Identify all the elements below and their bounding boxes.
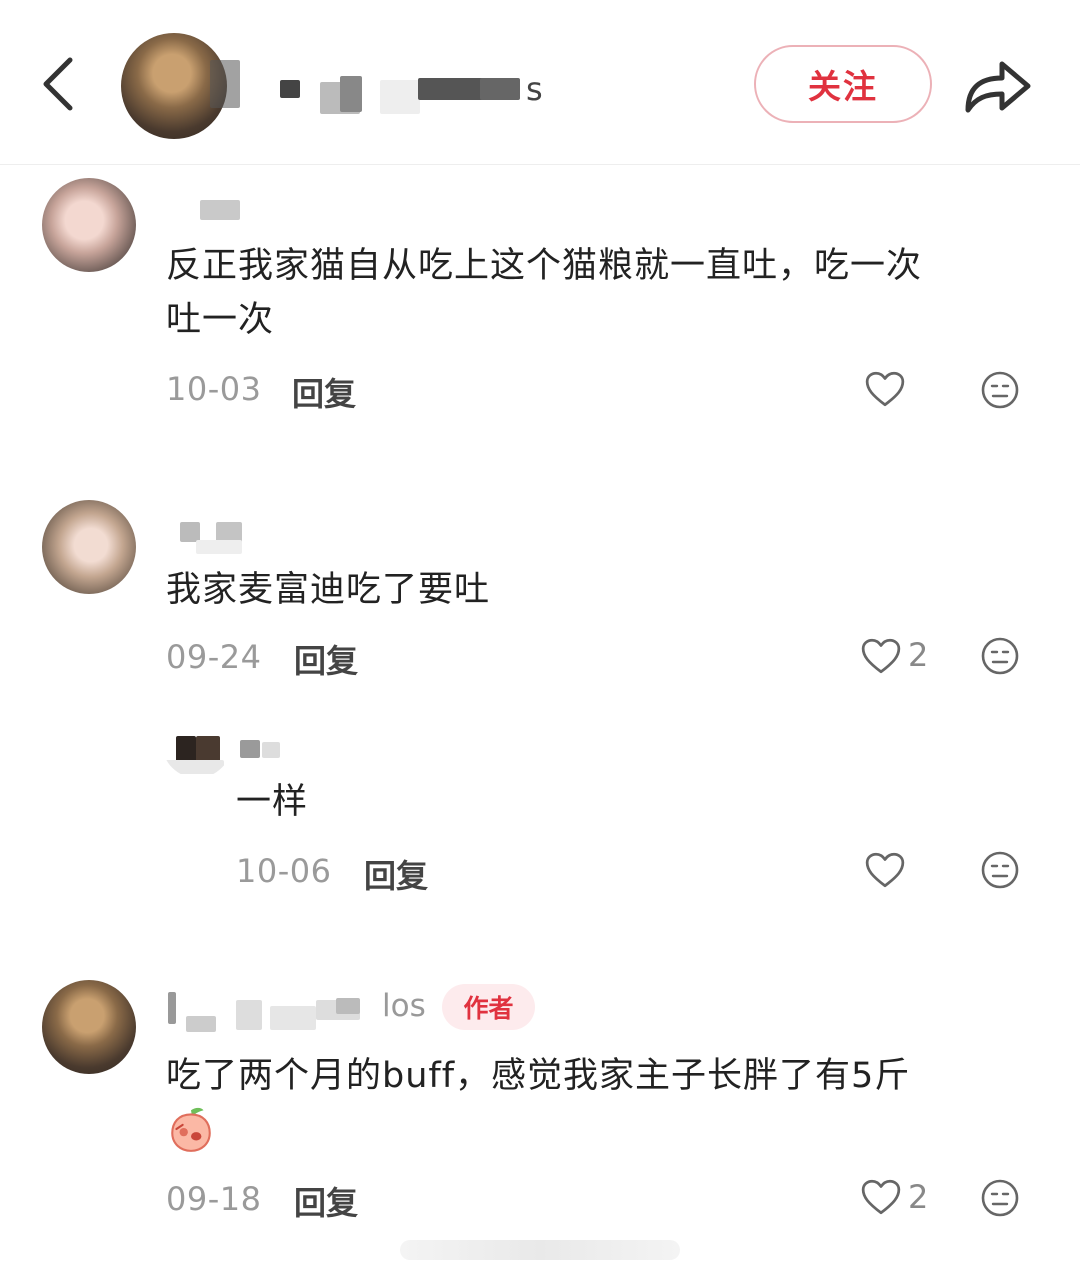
comment-date: 10-03 [166,370,262,408]
follow-button[interactable]: 关注 [754,45,932,123]
reply-text: 一样 [236,782,309,822]
top-bar: s 关注 [0,0,1080,165]
username-tail: s [526,70,543,108]
meh-face-icon[interactable] [980,1178,1020,1218]
reply-button[interactable]: 回复 [294,636,358,682]
meh-face-icon[interactable] [980,370,1020,410]
meh-face-icon[interactable] [980,850,1020,890]
commenter-avatar[interactable] [42,178,136,272]
commenter-avatar[interactable] [42,500,136,594]
comment-text: 我家麦富迪吃了要吐 [166,570,491,610]
author-username[interactable]: s [210,60,550,120]
comment-date: 09-18 [166,1180,262,1218]
commenter-username[interactable] [166,196,246,226]
commenter-username[interactable]: los [166,986,442,1040]
heart-outline-icon[interactable] [864,851,906,889]
comment-text-line1: 反正我家猫自从吃上这个猫粮就一直吐，吃一次 [166,246,923,286]
comment-date: 09-24 [166,638,262,676]
heart-outline-icon[interactable] [860,637,902,675]
replier-avatar[interactable] [162,722,232,778]
author-badge: 作者 [442,984,535,1030]
reply-date: 10-06 [236,852,332,890]
commenter-username[interactable] [166,516,256,556]
heart-outline-icon[interactable] [860,1178,902,1216]
username-tail: los [382,988,426,1024]
comment-text-line2: 吐一次 [166,300,275,340]
peach-sticker-emoji [171,1107,211,1152]
reply-button[interactable]: 回复 [364,851,428,897]
replier-username[interactable] [236,736,296,764]
reply-button[interactable]: 回复 [294,1178,358,1224]
like-count: 2 [908,1178,929,1216]
back-chevron-icon[interactable] [36,52,86,116]
heart-outline-icon[interactable] [864,370,906,408]
like-count: 2 [908,636,929,674]
comment-text: 吃了两个月的buff，感觉我家主子长胖了有5斤 [166,1056,911,1096]
meh-face-icon[interactable] [980,636,1020,676]
commenter-avatar[interactable] [42,980,136,1074]
reply-button[interactable]: 回复 [292,369,356,415]
share-arrow-icon[interactable] [962,54,1034,116]
home-indicator[interactable] [400,1240,680,1260]
